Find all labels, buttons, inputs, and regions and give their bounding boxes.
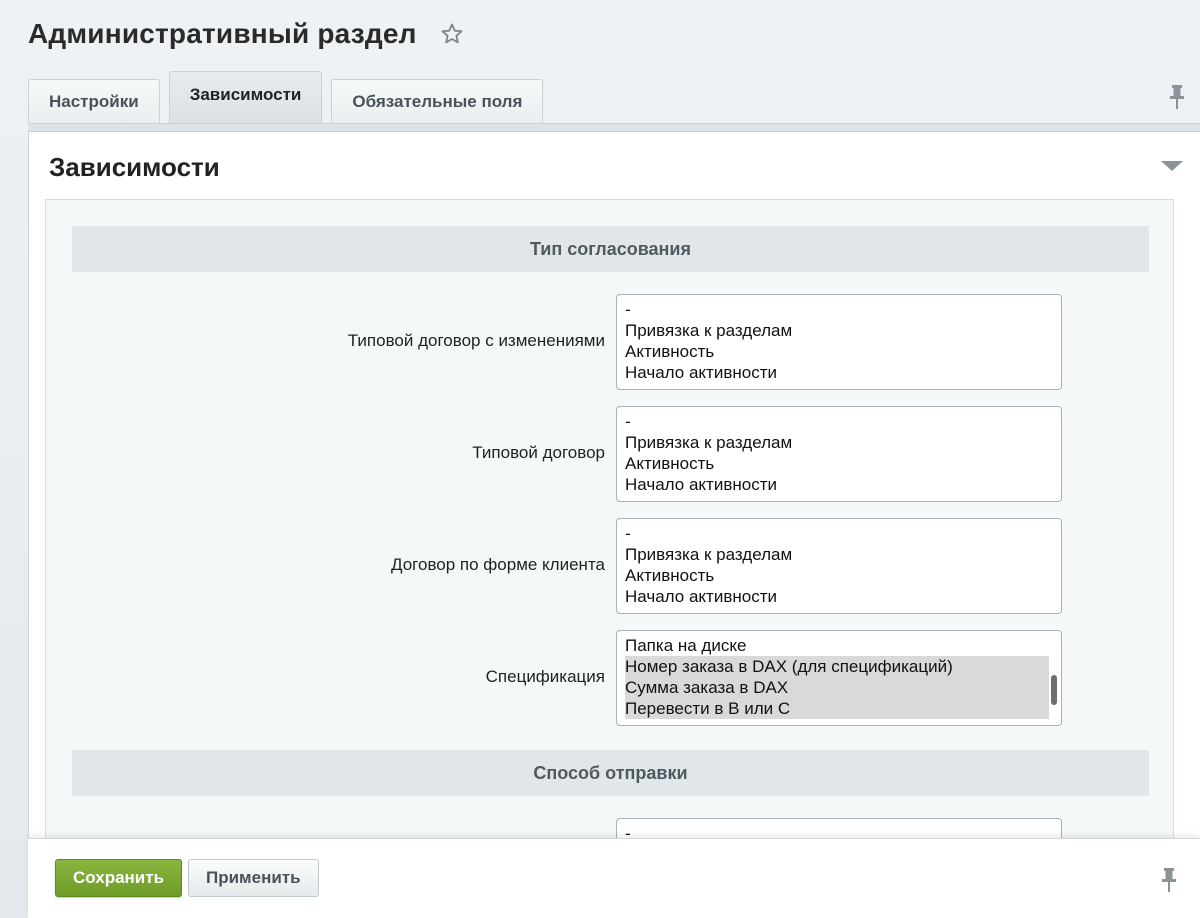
field-label-typical-contract-changes: Типовой договор с изменениями	[347, 331, 605, 350]
list-option[interactable]: Привязка к разделам	[625, 544, 1055, 565]
field-label-client-form-contract: Договор по форме клиента	[391, 555, 605, 574]
list-option[interactable]: Активность	[625, 341, 1055, 362]
group-header-sending-method: Способ отправки	[72, 750, 1149, 796]
list-option[interactable]: Начало активности	[625, 474, 1055, 495]
page-title: Административный раздел	[28, 18, 417, 49]
apply-button[interactable]: Применить	[188, 859, 319, 897]
listbox-typical-contract-changes[interactable]: - Привязка к разделам Активность Начало …	[616, 294, 1062, 390]
form-container: Тип согласования Типовой договор с измен…	[45, 199, 1174, 918]
list-option[interactable]: Привязка к разделам	[625, 320, 1055, 341]
page-header: Административный раздел	[28, 14, 465, 54]
tabs-divider	[28, 123, 1200, 132]
field-label-specification: Спецификация	[485, 667, 605, 686]
scrollbar-thumb[interactable]	[1051, 675, 1057, 705]
list-option[interactable]: Активность	[625, 565, 1055, 586]
content-panel: Зависимости Тип согласования Типовой дог…	[28, 132, 1200, 918]
list-option-selected[interactable]: Номер заказа в DAX (для спецификаций)	[625, 656, 1049, 677]
group-header-approval-type: Тип согласования	[72, 226, 1149, 272]
list-option[interactable]: Привязка к разделам	[625, 432, 1055, 453]
list-option[interactable]: Начало активности	[625, 362, 1055, 383]
list-option-selected[interactable]: Перевести в В или С	[625, 698, 1049, 719]
list-option[interactable]: -	[625, 299, 1055, 320]
tab-dependencies[interactable]: Зависимости	[168, 71, 323, 123]
tab-settings[interactable]: Настройки	[28, 79, 160, 123]
pin-icon[interactable]	[1168, 84, 1186, 110]
listbox-typical-contract[interactable]: - Привязка к разделам Активность Начало …	[616, 406, 1062, 502]
list-option[interactable]: Папка на диске	[625, 635, 1049, 656]
chevron-down-icon[interactable]	[1160, 159, 1184, 173]
list-option[interactable]: -	[625, 411, 1055, 432]
star-icon[interactable]	[439, 21, 465, 47]
list-option[interactable]: Начало активности	[625, 586, 1055, 607]
footer-bar: Сохранить Применить	[28, 838, 1200, 918]
field-label-typical-contract: Типовой договор	[472, 443, 605, 462]
pin-icon[interactable]	[1160, 867, 1178, 893]
tab-required-fields[interactable]: Обязательные поля	[331, 79, 544, 123]
save-button[interactable]: Сохранить	[55, 859, 183, 897]
list-option[interactable]: Активность	[625, 453, 1055, 474]
listbox-specification[interactable]: Папка на диске Номер заказа в DAX (для с…	[616, 630, 1062, 726]
list-option[interactable]: -	[625, 523, 1055, 544]
listbox-client-form-contract[interactable]: - Привязка к разделам Активность Начало …	[616, 518, 1062, 614]
section-title: Зависимости	[49, 152, 220, 182]
list-option-selected[interactable]: Сумма заказа в DAX	[625, 677, 1049, 698]
tab-bar: Настройки Зависимости Обязательные поля	[28, 71, 552, 123]
